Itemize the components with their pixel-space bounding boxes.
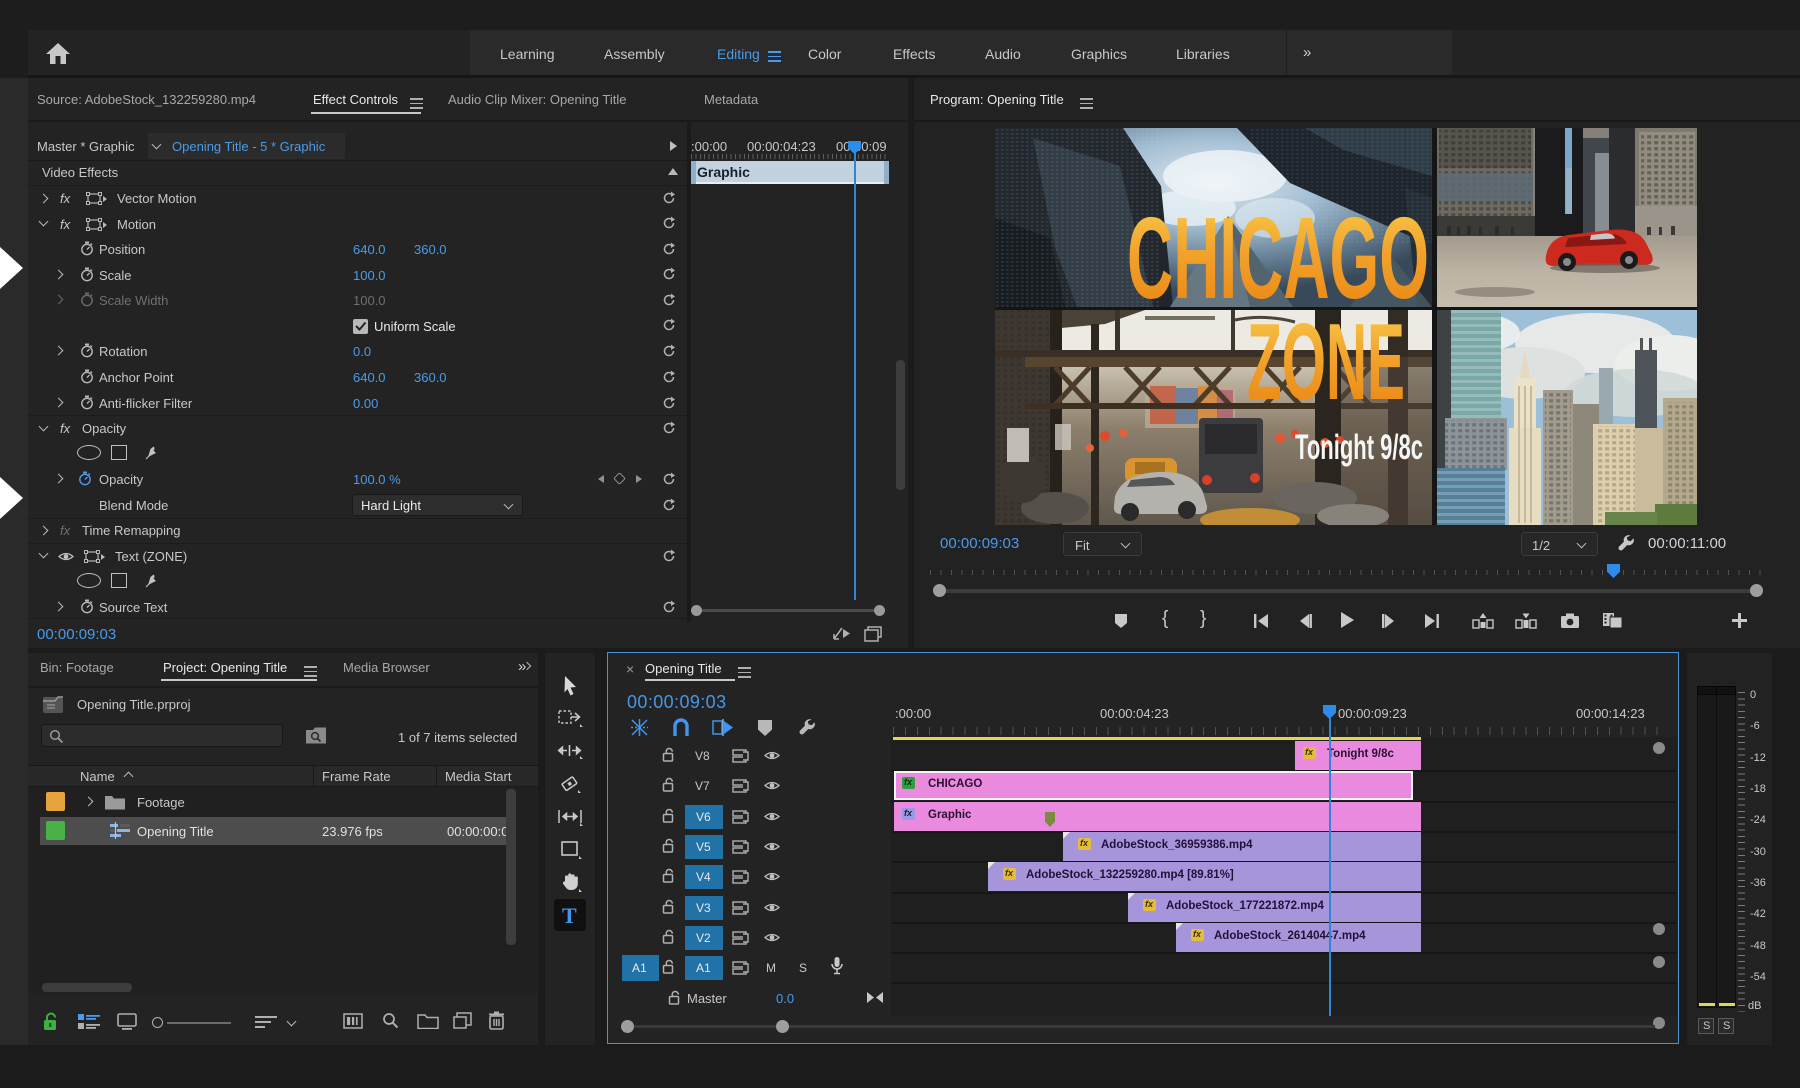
svg-text:ZONE: ZONE [1247,302,1405,423]
svg-text:CHICAGO: CHICAGO [1127,193,1429,323]
svg-text:Tonight 9/8c: Tonight 9/8c [1295,427,1423,466]
